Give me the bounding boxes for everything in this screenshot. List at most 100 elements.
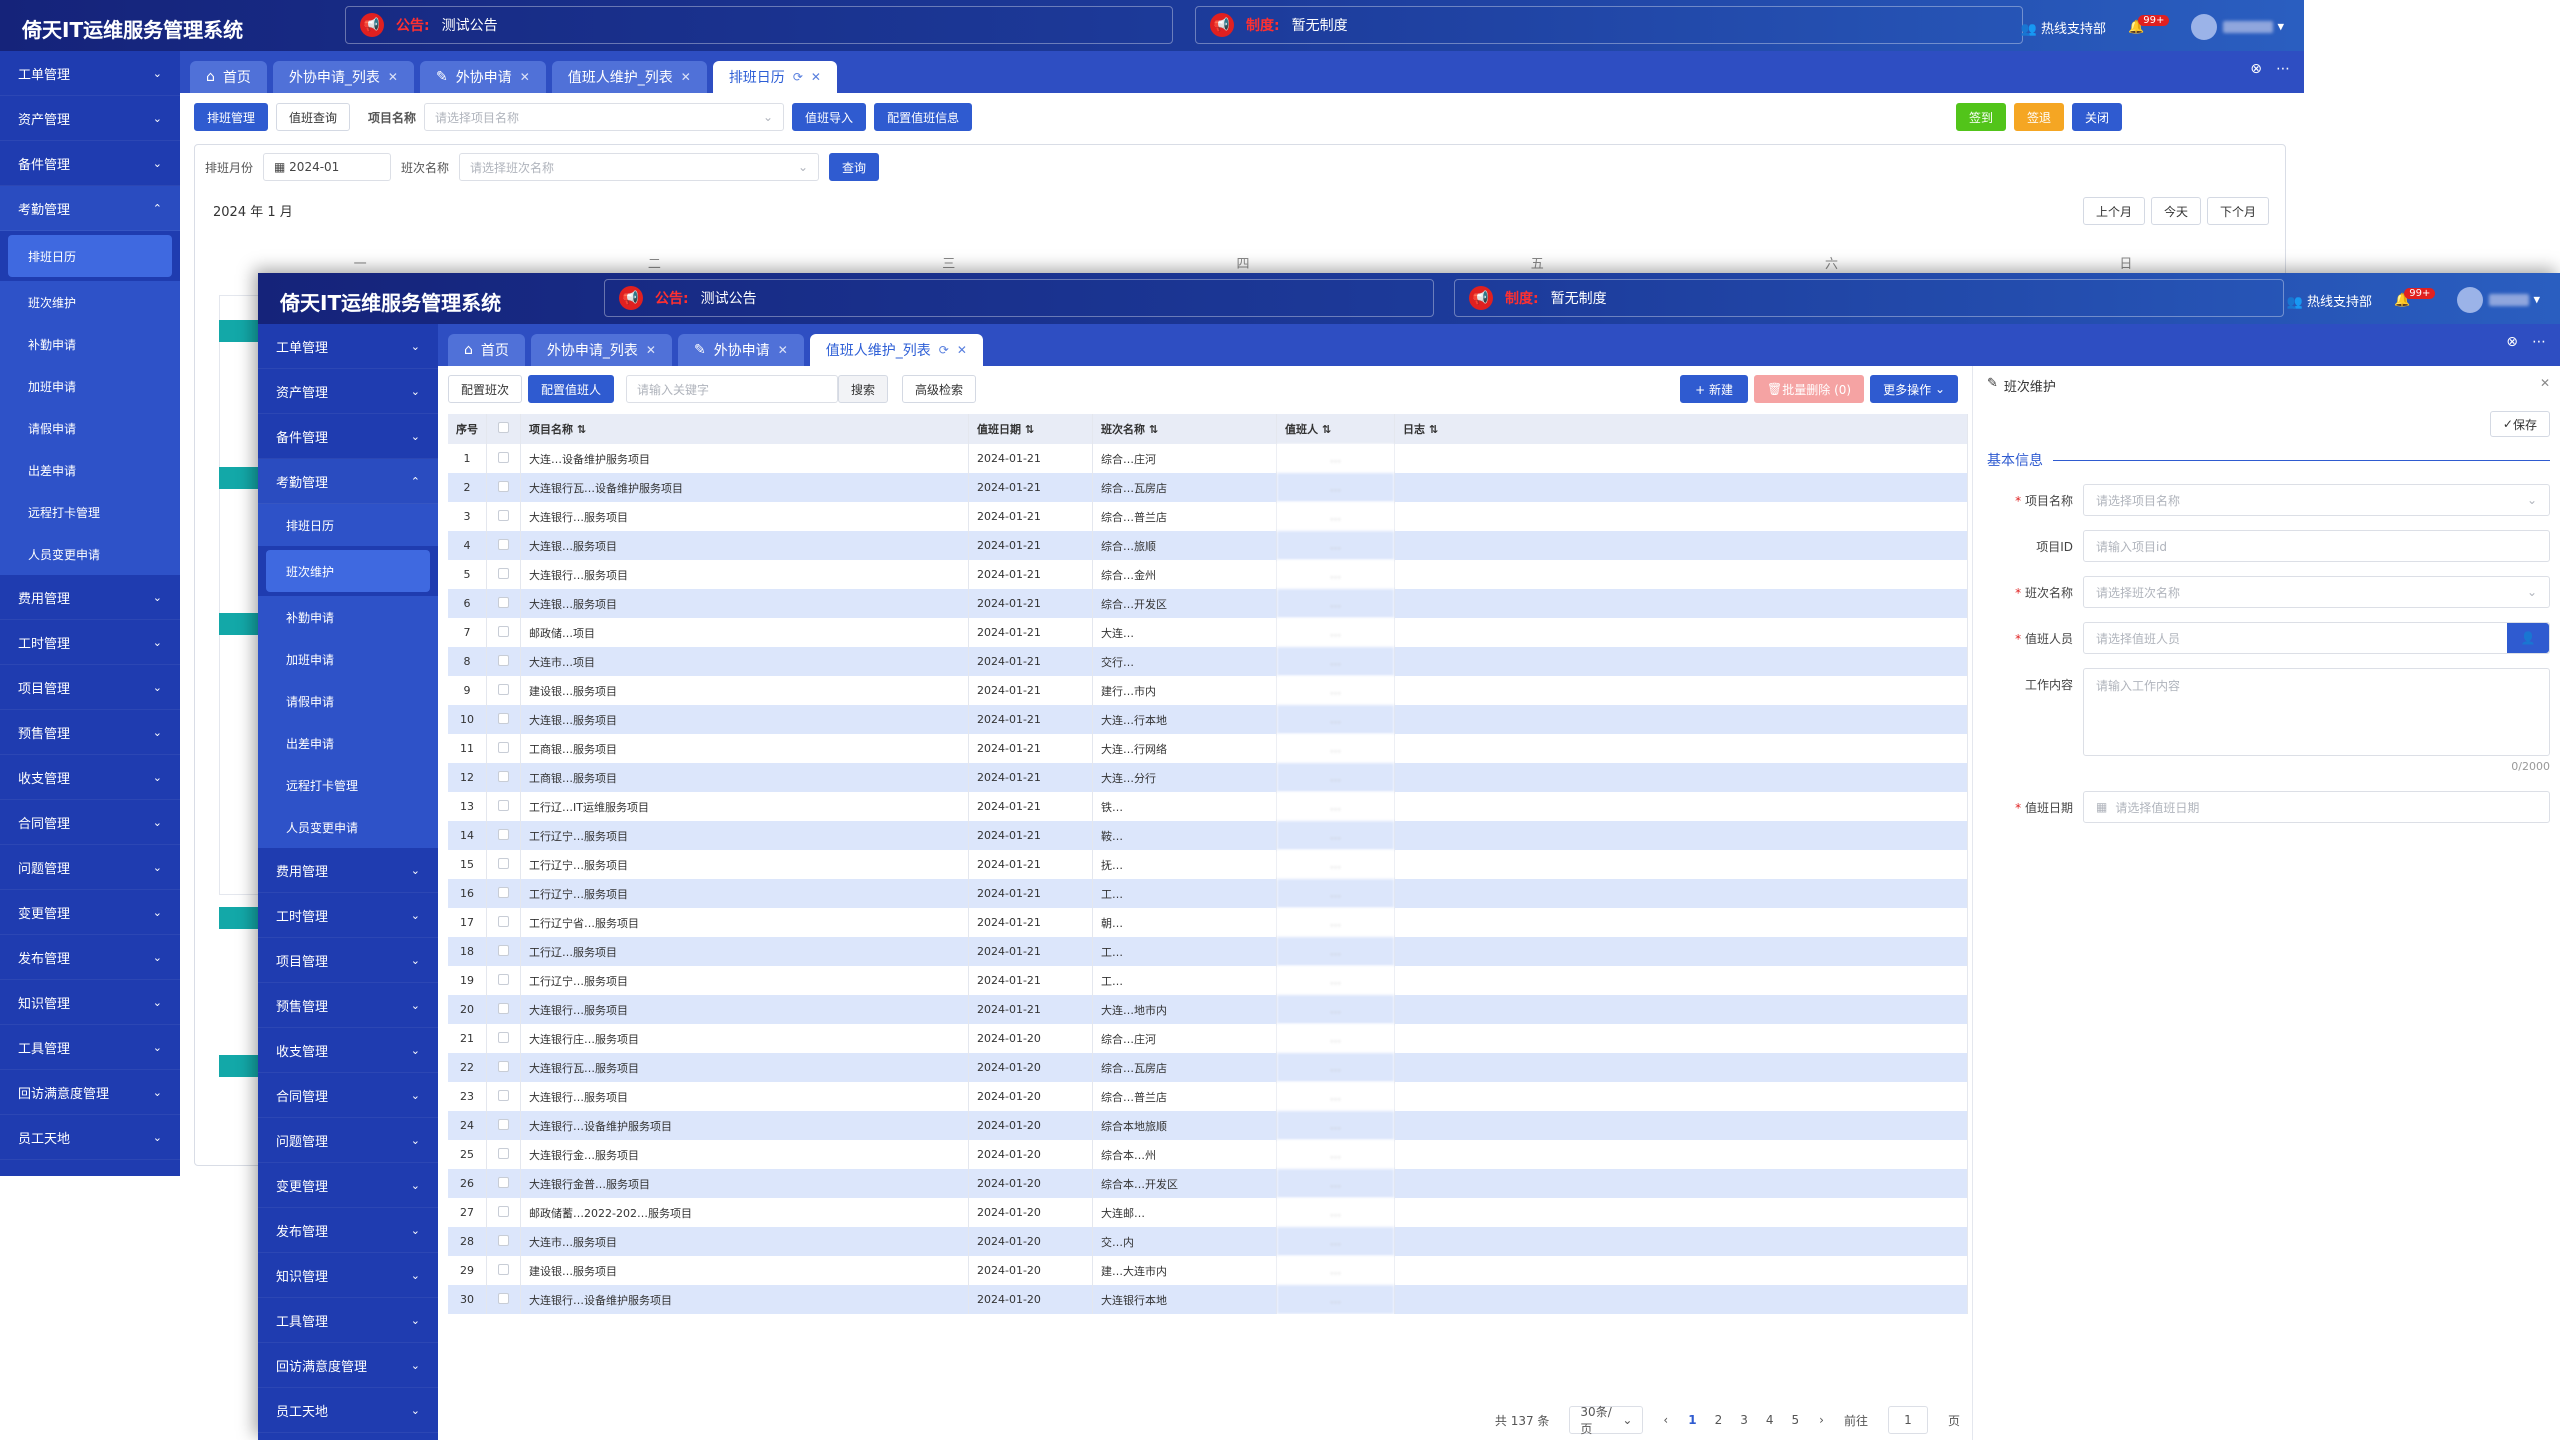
tab-close-all-icon[interactable]: ⊗: [2250, 61, 2262, 77]
shift-select[interactable]: 请选择班次名称 ⌄: [459, 153, 820, 181]
row-checkbox[interactable]: [486, 1140, 521, 1169]
sidebar-group[interactable]: 收支管理 ⌄: [258, 1028, 438, 1073]
close-icon[interactable]: ✕: [778, 343, 788, 357]
table-row[interactable]: 7 邮政储…项目 2024-01-21 大连……: [448, 618, 1968, 647]
row-checkbox[interactable]: [486, 502, 521, 531]
save-button[interactable]: ✓ 保存: [2489, 411, 2550, 437]
row-checkbox[interactable]: [486, 676, 521, 705]
table-row[interactable]: 26 大连银行金普…服务项目 2024-01-20 综合本…开发区…: [448, 1169, 1968, 1198]
duty-person-input[interactable]: 请选择值班人员 👤: [2083, 622, 2550, 654]
table-row[interactable]: 16 工行辽宁…服务项目 2024-01-21 工……: [448, 879, 1968, 908]
sidebar-subitem[interactable]: 出差申请: [0, 449, 180, 491]
table-row[interactable]: 18 工行辽…服务项目 2024-01-21 工……: [448, 937, 1968, 966]
tab-outsourcing-apply[interactable]: ✎ 外协申请 ✕: [677, 334, 804, 366]
table-row[interactable]: 15 工行辽宁…服务项目 2024-01-21 抚……: [448, 850, 1968, 879]
policy-bar[interactable]: 📢 制度: 暂无制度: [1195, 6, 2023, 44]
sidebar-group[interactable]: 资产管理 ⌄: [258, 369, 438, 414]
table-row[interactable]: 13 工行辽…IT运维服务项目 2024-01-21 铁……: [448, 792, 1968, 821]
page-number[interactable]: 1: [1688, 1413, 1696, 1427]
col-person[interactable]: 值班人 ⇅: [1276, 414, 1395, 444]
table-row[interactable]: 24 大连银行…设备维护服务项目 2024-01-20 综合本地旅顺…: [448, 1111, 1968, 1140]
table-row[interactable]: 9 建设银…服务项目 2024-01-21 建行…市内…: [448, 676, 1968, 705]
row-checkbox[interactable]: [486, 937, 521, 966]
batch-delete-button[interactable]: 🗑 批量删除 (0): [1754, 375, 1865, 403]
table-row[interactable]: 10 大连银…服务项目 2024-01-21 大连…行本地…: [448, 705, 1968, 734]
sidebar-subitem[interactable]: 人员变更申请: [258, 806, 438, 848]
sidebar-subitem[interactable]: 排班日历: [8, 235, 172, 277]
hotline-link[interactable]: 👥 热线支持部: [2021, 18, 2106, 37]
row-checkbox[interactable]: [486, 444, 521, 473]
table-row[interactable]: 8 大连市…项目 2024-01-21 交行……: [448, 647, 1968, 676]
table-row[interactable]: 20 大连银行…服务项目 2024-01-21 大连…地市内…: [448, 995, 1968, 1024]
table-row[interactable]: 1 大连…设备维护服务项目 2024-01-21 综合…庄河…: [448, 444, 1968, 473]
config-duty-person-button[interactable]: 配置值班人: [528, 375, 615, 403]
event-bar[interactable]: [219, 1055, 259, 1077]
table-row[interactable]: 17 工行辽宁省…服务项目 2024-01-21 朝……: [448, 908, 1968, 937]
schedule-mgmt-button[interactable]: 排班管理: [194, 103, 269, 131]
sidebar-group[interactable]: 发布管理 ⌄: [0, 935, 180, 980]
row-checkbox[interactable]: [486, 531, 521, 560]
row-checkbox[interactable]: [486, 1111, 521, 1140]
row-checkbox[interactable]: [486, 850, 521, 879]
user-menu[interactable]: ▾: [2191, 14, 2284, 40]
row-checkbox[interactable]: [486, 1227, 521, 1256]
row-checkbox[interactable]: [486, 995, 521, 1024]
event-bar[interactable]: [219, 467, 259, 489]
row-checkbox[interactable]: [486, 1053, 521, 1082]
project-select[interactable]: 请选择项目名称 ⌄: [424, 103, 785, 131]
tab-close-all-icon[interactable]: ⊗: [2506, 334, 2518, 350]
sidebar-subitem[interactable]: 补勤申请: [0, 323, 180, 365]
row-checkbox[interactable]: [486, 734, 521, 763]
row-checkbox[interactable]: [486, 1198, 521, 1227]
sidebar-subitem[interactable]: 补勤申请: [258, 596, 438, 638]
close-icon[interactable]: ✕: [681, 70, 691, 84]
sidebar-group[interactable]: 资产管理 ⌄: [0, 96, 180, 141]
sidebar-group[interactable]: 工单管理 ⌄: [0, 51, 180, 96]
row-checkbox[interactable]: [486, 908, 521, 937]
table-row[interactable]: 6 大连银…服务项目 2024-01-21 综合…开发区…: [448, 589, 1968, 618]
sidebar-group[interactable]: 发布管理 ⌄: [258, 1208, 438, 1253]
goto-page-input[interactable]: 1: [1887, 1406, 1928, 1434]
sidebar-group[interactable]: 回访满意度管理 ⌄: [258, 1343, 438, 1388]
close-icon[interactable]: ✕: [2540, 376, 2550, 390]
sidebar-subitem[interactable]: 远程打卡管理: [0, 491, 180, 533]
sidebar-group[interactable]: 预售管理 ⌄: [258, 983, 438, 1028]
table-row[interactable]: 19 工行辽宁…服务项目 2024-01-21 工……: [448, 966, 1968, 995]
table-row[interactable]: 29 建设银…服务项目 2024-01-20 建…大连市内…: [448, 1256, 1968, 1285]
sidebar-group[interactable]: 考勤管理 ⌃: [258, 459, 438, 504]
sidebar-subitem[interactable]: 请假申请: [258, 680, 438, 722]
more-icon[interactable]: ⋯: [2532, 334, 2546, 350]
sidebar-subitem[interactable]: 远程打卡管理: [258, 764, 438, 806]
prev-month-button[interactable]: 上个月: [2082, 197, 2145, 225]
sidebar-group[interactable]: 问题管理 ⌄: [0, 845, 180, 890]
table-row[interactable]: 2 大连银行瓦…设备维护服务项目 2024-01-21 综合…瓦房店…: [448, 473, 1968, 502]
row-checkbox[interactable]: [486, 560, 521, 589]
sidebar-group[interactable]: 员工天地 ⌄: [258, 1388, 438, 1433]
table-row[interactable]: 30 大连银行…设备维护服务项目 2024-01-20 大连银行本地…: [448, 1285, 1968, 1314]
tab-duty-person-list[interactable]: 值班人维护_列表 ⟳ ✕: [809, 334, 983, 366]
new-button[interactable]: + 新建: [1680, 375, 1749, 403]
close-icon[interactable]: ✕: [520, 70, 530, 84]
table-row[interactable]: 14 工行辽宁…服务项目 2024-01-21 鞍……: [448, 821, 1968, 850]
sidebar-group[interactable]: 备件管理 ⌄: [258, 414, 438, 459]
close-icon[interactable]: ✕: [388, 70, 398, 84]
table-row[interactable]: 28 大连市…服务项目 2024-01-20 交…内…: [448, 1227, 1968, 1256]
tab-outsourcing-list[interactable]: 外协申请_列表 ✕: [272, 61, 414, 93]
table-row[interactable]: 12 工商银…服务项目 2024-01-21 大连…分行…: [448, 763, 1968, 792]
sidebar-subitem[interactable]: 班次维护: [0, 281, 180, 323]
sign-in-button[interactable]: 签到: [1955, 103, 2006, 131]
row-checkbox[interactable]: [486, 618, 521, 647]
sidebar-subitem[interactable]: 加班申请: [0, 365, 180, 407]
col-project[interactable]: 项目名称 ⇅: [520, 414, 969, 444]
sidebar-subitem[interactable]: 出差申请: [258, 722, 438, 764]
sidebar-group[interactable]: 工具管理 ⌄: [0, 1025, 180, 1070]
close-icon[interactable]: ✕: [646, 343, 656, 357]
next-page-button[interactable]: ›: [1819, 1413, 1824, 1427]
table-row[interactable]: 27 邮政储蓄…2022-202…服务项目 2024-01-20 大连邮……: [448, 1198, 1968, 1227]
row-checkbox[interactable]: [486, 1024, 521, 1053]
work-content-textarea[interactable]: 请输入工作内容: [2083, 668, 2550, 756]
select-all-checkbox[interactable]: [486, 414, 521, 444]
sidebar-group[interactable]: 变更管理 ⌄: [0, 890, 180, 935]
refresh-icon[interactable]: ⟳: [939, 343, 949, 357]
sidebar-group[interactable]: 变更管理 ⌄: [258, 1163, 438, 1208]
